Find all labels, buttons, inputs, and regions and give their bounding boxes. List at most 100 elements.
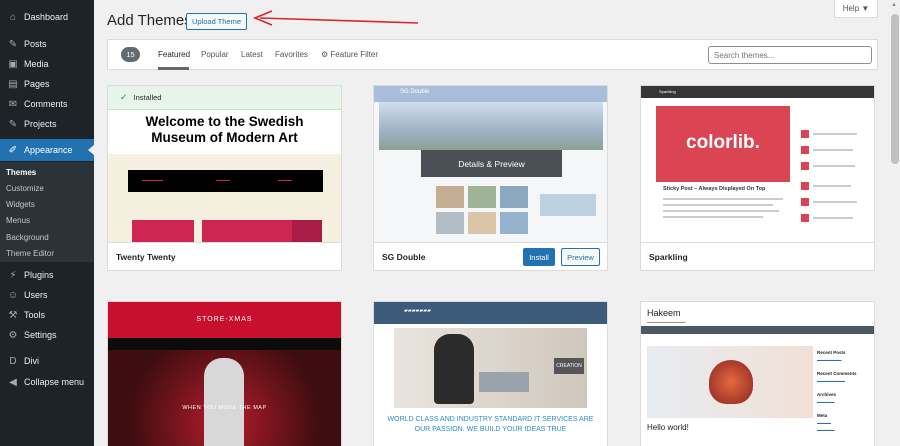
annotation-arrow-icon	[252, 10, 419, 26]
preview-nav	[108, 338, 341, 350]
menu-label: Projects	[24, 119, 57, 129]
preview-sidebar-heading: Meta	[817, 413, 828, 418]
theme-screenshot[interactable]: Sparkling colorlib. Sticky Post – Always…	[641, 86, 874, 242]
menu-tools[interactable]: ⚒ Tools	[0, 304, 94, 326]
scroll-thumb[interactable]	[891, 14, 899, 164]
pin-icon: ✎	[8, 118, 18, 130]
theme-card-store-xmas[interactable]: STORE-XMAS WHEN YOU MOVE THE MAP	[107, 301, 342, 446]
preview-headline: Welcome to the Swedish Museum of Modern …	[145, 114, 304, 145]
feature-filter-button[interactable]: ⚙ Feature Filter	[321, 50, 378, 59]
preview-brand: Sparkling	[659, 89, 676, 94]
preview-header: STORE-XMAS	[108, 302, 341, 338]
theme-name: Sparkling	[649, 252, 688, 262]
theme-screenshot[interactable]: Welcome to the Swedish Museum of Modern …	[108, 86, 341, 242]
menu-divi[interactable]: D Divi	[0, 350, 94, 372]
tab-popular[interactable]: Popular	[201, 50, 229, 59]
preview-block	[292, 220, 322, 242]
preview-hero-image	[647, 346, 813, 418]
appearance-submenu: Themes Customize Widgets Menus Backgroun…	[0, 162, 94, 262]
theme-filter-bar: 15 Featured Popular Latest Favorites ⚙ F…	[107, 39, 878, 70]
install-button[interactable]: Install	[523, 248, 555, 266]
menu-label: Dashboard	[24, 12, 69, 22]
preview-logo: STORE-XMAS	[196, 316, 253, 323]
submenu-themes[interactable]: Themes	[6, 168, 36, 177]
theme-card-hakeem[interactable]: Hakeem ▬▬▬▬▬▬▬▬▬▬▬ Hello world! Recent P…	[640, 301, 875, 446]
tab-favorites[interactable]: Favorites	[275, 50, 308, 59]
pin-icon: ✎	[8, 38, 18, 50]
preview-header: Sparkling	[641, 86, 874, 98]
submenu-theme-editor[interactable]: Theme Editor	[6, 249, 54, 258]
menu-dashboard[interactable]: ⌂ Dashboard	[0, 6, 94, 28]
page-scrollbar[interactable]: ▲	[890, 0, 900, 446]
preview-logo: ▰▰▰▰▰▰▰	[404, 308, 431, 314]
menu-label: Pages	[24, 79, 50, 89]
upload-theme-button[interactable]: Upload Theme	[186, 13, 247, 30]
brush-icon: ✐	[8, 144, 18, 156]
menu-label: Posts	[24, 39, 47, 49]
preview-illustration	[709, 360, 753, 404]
feature-filter-label: Feature Filter	[330, 50, 378, 59]
menu-media[interactable]: ▣ Media	[0, 53, 94, 75]
submenu-customize[interactable]: Customize	[6, 184, 44, 193]
menu-pages[interactable]: ▤ Pages	[0, 73, 94, 95]
admin-sidebar: ⌂ Dashboard ✎ Posts ▣ Media ▤ Pages ✉ Comment…	[0, 0, 94, 446]
theme-card-business[interactable]: ▰▰▰▰▰▰▰ CREATION WORLD CLASS AND INDUSTR…	[373, 301, 608, 446]
menu-label: Divi	[24, 356, 39, 366]
preview-sidebar-heading: Recent Posts	[817, 350, 846, 355]
menu-plugins[interactable]: ⚡ Plugins	[0, 264, 94, 286]
help-button[interactable]: Help ▼	[834, 0, 878, 18]
wrench-icon: ⚒	[8, 309, 18, 321]
menu-label: Settings	[24, 330, 57, 340]
menu-settings[interactable]: ⚙ Settings	[0, 324, 94, 346]
preview-hero: colorlib.	[656, 106, 790, 182]
details-preview-button[interactable]: Details & Preview	[421, 150, 562, 177]
preview-header: ▰▰▰▰▰▰▰	[374, 302, 607, 324]
theme-name-bar: SG Double Install Preview	[374, 242, 607, 270]
preview-hero-image: CREATION	[394, 328, 587, 408]
media-icon: ▣	[8, 58, 18, 70]
plugin-icon: ⚡	[9, 269, 17, 281]
preview-headline: WORLD CLASS AND INDUSTRY STANDARD IT SER…	[387, 416, 594, 433]
menu-label: Tools	[24, 310, 46, 320]
menu-users[interactable]: ☺ Users	[0, 284, 94, 306]
theme-name: SG Double	[382, 252, 426, 262]
preview-body: WHEN YOU MOVE THE MAP	[108, 350, 341, 446]
theme-card-twenty-twenty[interactable]: Welcome to the Swedish Museum of Modern …	[107, 85, 342, 271]
preview-post-title: Hello world!	[647, 423, 689, 432]
theme-card-sg-double[interactable]: SG Double Details & Preview SG Double In…	[373, 85, 608, 271]
active-tab-indicator	[158, 67, 189, 70]
menu-projects[interactable]: ✎ Projects	[0, 113, 94, 135]
preview-figure	[204, 358, 244, 446]
menu-label: Plugins	[24, 270, 54, 280]
theme-card-sparkling[interactable]: Sparkling colorlib. Sticky Post – Always…	[640, 85, 875, 271]
tab-featured[interactable]: Featured	[158, 50, 190, 59]
preview-person	[434, 334, 474, 404]
collapse-icon: ◀	[9, 376, 17, 388]
divi-icon: D	[9, 355, 17, 367]
menu-collapse[interactable]: ◀ Collapse menu	[0, 371, 94, 393]
menu-posts[interactable]: ✎ Posts	[0, 33, 94, 55]
theme-name: Twenty Twenty	[116, 252, 176, 262]
preview-nav	[641, 326, 874, 334]
comments-icon: ✉	[8, 98, 18, 110]
menu-comments[interactable]: ✉ Comments	[0, 93, 94, 115]
theme-screenshot[interactable]: SG Double Details & Preview	[374, 86, 607, 242]
preview-info-bar: ▬▬▬▬▬▬ ▬▬▬▬ ▬▬▬▬	[128, 170, 323, 192]
search-themes-input[interactable]	[708, 46, 872, 64]
preview-sidebar-heading: Recent Comments	[817, 371, 857, 376]
pages-icon: ▤	[8, 78, 18, 90]
menu-label: Appearance	[24, 145, 73, 155]
tab-latest[interactable]: Latest	[241, 50, 263, 59]
submenu-menus[interactable]: Menus	[6, 216, 30, 225]
submenu-widgets[interactable]: Widgets	[6, 200, 35, 209]
preview-site-subtitle: ▬▬▬▬▬▬▬▬▬▬▬	[647, 320, 686, 324]
menu-label: Media	[24, 59, 49, 69]
users-icon: ☺	[7, 289, 19, 301]
scroll-up-icon[interactable]: ▲	[891, 2, 897, 8]
preview-laptop	[479, 372, 529, 392]
submenu-background[interactable]: Background	[6, 233, 49, 242]
theme-name-bar: Twenty Twenty	[108, 242, 341, 270]
menu-appearance[interactable]: ✐ Appearance	[0, 139, 94, 161]
preview-button[interactable]: Preview	[561, 248, 600, 266]
menu-label: Users	[24, 290, 48, 300]
